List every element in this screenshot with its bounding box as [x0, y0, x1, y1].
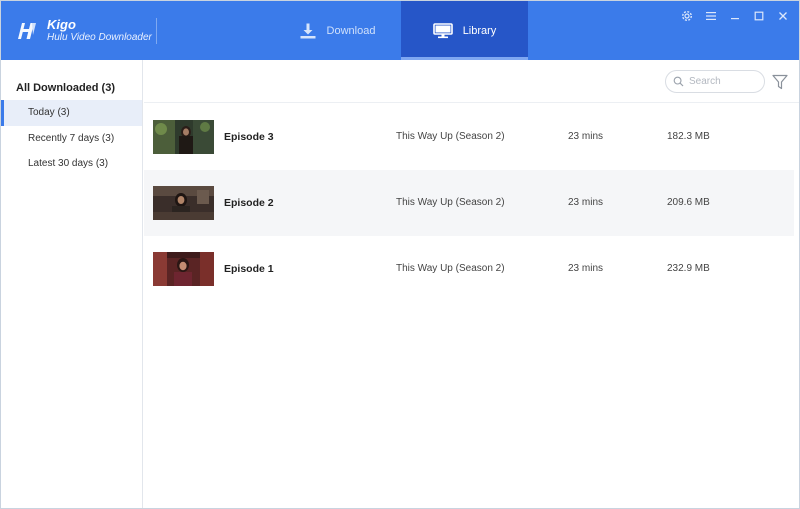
video-duration: 23 mins	[568, 197, 604, 208]
video-thumbnail	[153, 120, 214, 154]
video-title: Episode 3	[224, 131, 274, 143]
video-series: This Way Up (Season 2)	[396, 197, 505, 208]
video-thumbnail	[153, 186, 214, 220]
close-button[interactable]	[775, 8, 791, 24]
app-subtitle: Hulu Video Downloader	[47, 32, 152, 44]
gear-icon	[681, 10, 693, 22]
search-input[interactable]	[689, 76, 759, 87]
sidebar-heading-all-downloaded[interactable]: All Downloaded (3)	[16, 82, 115, 94]
video-size: 209.6 MB	[667, 197, 710, 208]
tab-download-label: Download	[326, 24, 376, 37]
video-duration: 23 mins	[568, 263, 604, 274]
sidebar-item-label: Latest 30 days (3)	[28, 158, 109, 169]
sidebar-item-recently-7-days[interactable]: Recently 7 days (3)	[1, 126, 142, 152]
minimize-button[interactable]	[727, 8, 743, 24]
tab-download[interactable]: Download	[273, 1, 401, 60]
download-icon	[300, 23, 316, 38]
sidebar: All Downloaded (3) Today (3) Recently 7 …	[1, 60, 143, 508]
kigo-logo-icon	[18, 23, 36, 39]
video-size: 232.9 MB	[667, 263, 710, 274]
video-title: Episode 1	[224, 263, 274, 275]
tab-library[interactable]: Library	[401, 1, 528, 60]
settings-button[interactable]	[679, 8, 695, 24]
video-series: This Way Up (Season 2)	[396, 131, 505, 142]
menu-icon	[706, 12, 716, 20]
sidebar-item-today[interactable]: Today (3)	[1, 100, 142, 126]
video-series: This Way Up (Season 2)	[396, 263, 505, 274]
brand: Kigo Hulu Video Downloader	[15, 15, 152, 47]
table-row[interactable]: Episode 2 This Way Up (Season 2) 23 mins…	[144, 170, 794, 236]
monitor-icon	[432, 22, 453, 38]
tab-library-label: Library	[462, 24, 497, 37]
sidebar-item-label: Today (3)	[28, 107, 70, 118]
table-row[interactable]: Episode 3 This Way Up (Season 2) 23 mins…	[144, 104, 794, 170]
sidebar-item-label: Recently 7 days (3)	[28, 133, 115, 144]
filter-icon[interactable]	[771, 73, 789, 91]
header-divider	[156, 18, 157, 44]
video-thumbnail	[153, 252, 214, 286]
title-bar: Kigo Hulu Video Downloader Download Libr…	[1, 1, 799, 60]
brand-text: Kigo Hulu Video Downloader	[47, 18, 152, 43]
library-toolbar	[144, 60, 799, 103]
maximize-icon	[754, 11, 764, 21]
app-name: Kigo	[47, 17, 76, 33]
close-icon	[779, 12, 787, 20]
video-size: 182.3 MB	[667, 131, 710, 142]
video-title: Episode 2	[224, 197, 274, 209]
window-controls	[679, 8, 791, 24]
menu-button[interactable]	[703, 8, 719, 24]
maximize-button[interactable]	[751, 8, 767, 24]
app-window: Kigo Hulu Video Downloader Download Libr…	[0, 0, 800, 509]
search-icon	[673, 76, 684, 87]
video-duration: 23 mins	[568, 131, 604, 142]
video-list: Episode 3 This Way Up (Season 2) 23 mins…	[144, 104, 794, 302]
minimize-icon	[731, 18, 739, 20]
sidebar-item-latest-30-days[interactable]: Latest 30 days (3)	[1, 151, 142, 177]
table-row[interactable]: Episode 1 This Way Up (Season 2) 23 mins…	[144, 236, 794, 302]
search-box[interactable]	[665, 70, 765, 93]
